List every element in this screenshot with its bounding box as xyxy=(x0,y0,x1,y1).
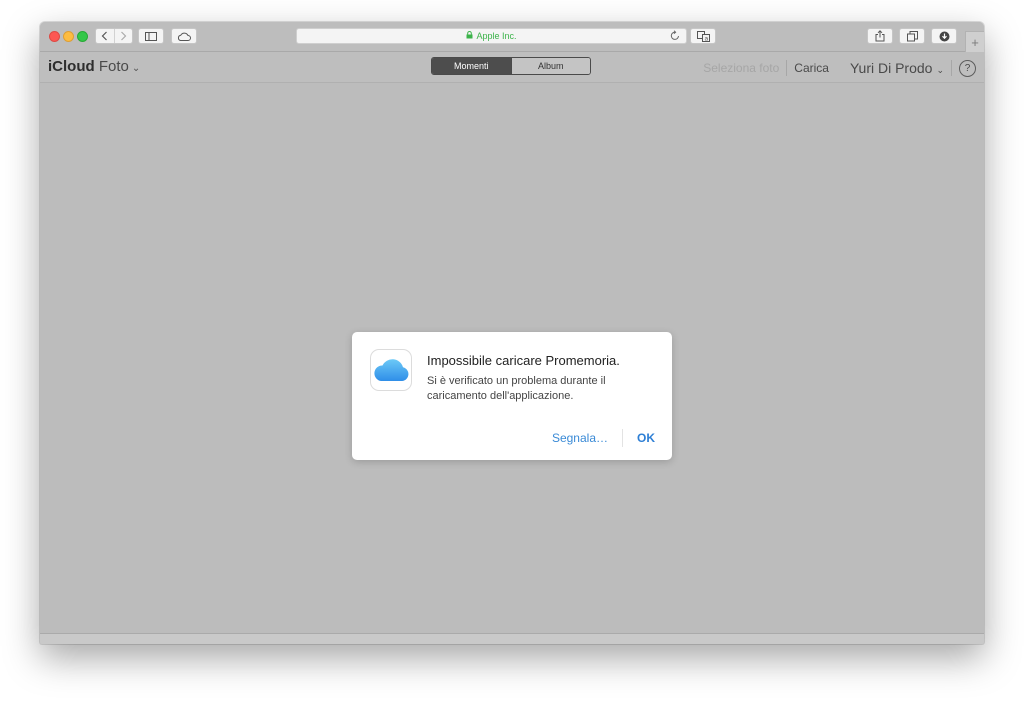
downloads-button[interactable] xyxy=(931,28,957,44)
svg-text:a: a xyxy=(704,35,708,41)
icloud-icon xyxy=(370,349,412,391)
back-button[interactable] xyxy=(96,29,114,43)
upload-button[interactable]: Carica xyxy=(794,61,829,75)
header-tools: Seleziona foto Carica Yuri Di Prodo ⌄ ? xyxy=(703,59,976,77)
share-icon xyxy=(875,30,885,42)
report-button[interactable]: Segnala… xyxy=(552,431,608,445)
translate-button[interactable]: a xyxy=(690,28,716,44)
translate-icon: a xyxy=(696,30,710,42)
icloud-tabs-button[interactable] xyxy=(171,28,197,44)
share-button[interactable] xyxy=(867,28,893,44)
tab-momenti[interactable]: Momenti xyxy=(432,58,511,74)
window-footer xyxy=(40,633,984,644)
view-switcher: Momenti Album xyxy=(431,57,591,75)
chevron-right-icon xyxy=(120,31,127,41)
divider xyxy=(622,429,623,447)
close-window-button[interactable] xyxy=(49,31,60,42)
chevron-down-icon: ⌄ xyxy=(936,65,944,75)
user-name: Yuri Di Prodo xyxy=(849,60,933,76)
plus-icon: + xyxy=(971,34,979,50)
address-text: Apple Inc. xyxy=(476,31,517,41)
browser-toolbar: Apple Inc. a + xyxy=(40,22,984,52)
tabs-icon xyxy=(906,30,918,41)
photos-content-area: Impossibile caricare Promemoria. Si è ve… xyxy=(40,83,984,634)
sidebar-icon xyxy=(145,31,157,41)
divider xyxy=(951,60,952,76)
tab-album[interactable]: Album xyxy=(510,58,590,74)
forward-button[interactable] xyxy=(113,29,133,43)
divider xyxy=(786,60,788,76)
sidebar-button[interactable] xyxy=(138,28,164,44)
help-icon: ? xyxy=(964,62,971,74)
dialog-message: Si è verificato un problema durante il c… xyxy=(427,375,606,402)
error-dialog: Impossibile caricare Promemoria. Si è ve… xyxy=(352,332,672,460)
lock-icon xyxy=(466,31,473,41)
tab-overview-button[interactable] xyxy=(899,28,925,44)
brand-foto: Foto xyxy=(98,58,129,75)
cloud-icon xyxy=(177,32,191,41)
new-tab-button[interactable]: + xyxy=(965,31,984,52)
dialog-actions: Segnala… OK xyxy=(552,429,655,447)
download-icon xyxy=(939,31,949,41)
user-menu[interactable]: Yuri Di Prodo ⌄ xyxy=(850,60,944,76)
minimize-window-button[interactable] xyxy=(63,31,74,42)
chevron-left-icon xyxy=(101,31,108,41)
back-forward-group xyxy=(95,28,133,44)
ok-button[interactable]: OK xyxy=(637,431,655,445)
app-header: iCloud Foto ⌄ Momenti Album Seleziona fot… xyxy=(40,52,984,83)
app-brand[interactable]: iCloud Foto ⌄ xyxy=(48,58,140,75)
maximize-window-button[interactable] xyxy=(77,31,88,42)
select-photos-button[interactable]: Seleziona foto xyxy=(703,61,779,75)
dialog-title: Impossibile caricare Promemoria. xyxy=(427,353,620,368)
address-bar[interactable]: Apple Inc. xyxy=(296,28,687,44)
chevron-down-icon: ⌄ xyxy=(131,63,141,74)
help-button[interactable]: ? xyxy=(959,59,976,77)
reload-icon[interactable] xyxy=(670,30,680,43)
brand-icloud: iCloud xyxy=(48,58,95,75)
browser-window: Apple Inc. a + iCloud Foto ⌄ Momenti Albu xyxy=(40,22,984,644)
